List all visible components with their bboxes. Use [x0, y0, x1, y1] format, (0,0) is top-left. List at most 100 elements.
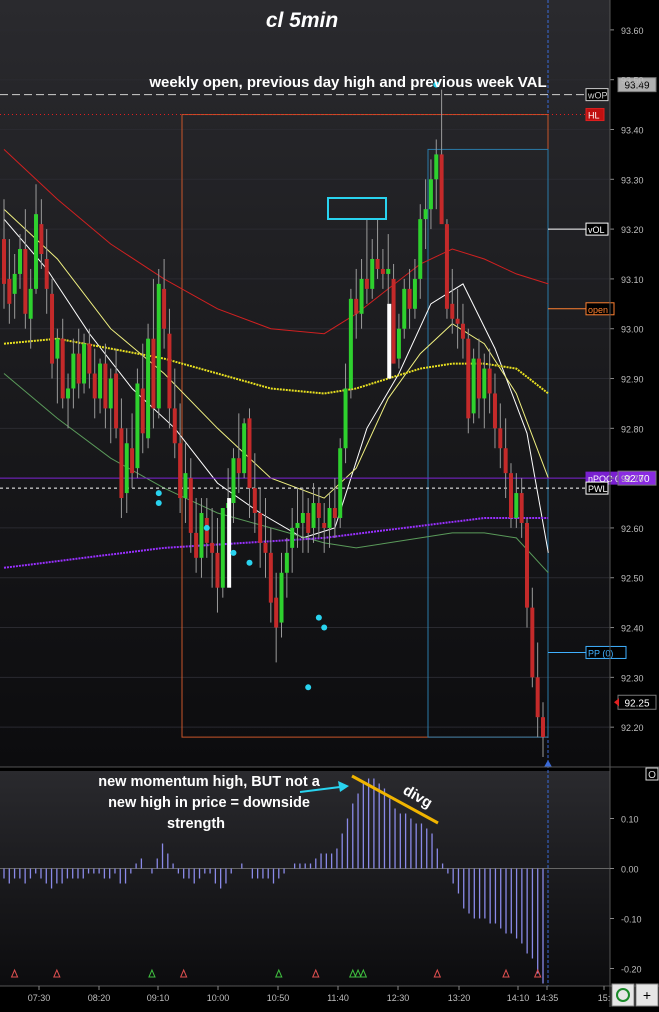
candle-body: [418, 219, 423, 279]
annotation-weekly-open: weekly open, previous day high and previ…: [148, 74, 546, 91]
candle-body: [370, 258, 375, 289]
annotation-line-3: strength: [167, 816, 225, 832]
candle-body: [348, 298, 353, 389]
candle-body: [66, 388, 71, 399]
candle-body: [55, 338, 60, 359]
chart-svg: wOPHLvOLopennPOC 09/07PWLPP (0)93.4992.7…: [0, 0, 659, 1007]
candle-body: [311, 503, 316, 528]
candle-body: [135, 383, 140, 469]
signal-dot: [321, 624, 328, 631]
candle-body: [242, 423, 247, 474]
time-tick-label: 10:00: [207, 993, 230, 1003]
candle-body: [124, 443, 129, 494]
indicator-tick-label: 0.10: [621, 815, 639, 825]
price-tick-label: 93.60: [621, 26, 644, 36]
candle-body: [194, 532, 199, 558]
price-tick-label: 93.00: [621, 325, 644, 335]
candle-body: [306, 512, 311, 533]
candle-body: [535, 677, 540, 718]
price-tick-label: 93.20: [621, 225, 644, 235]
candle-body: [386, 268, 391, 274]
candle-body: [322, 522, 327, 528]
candle-body: [23, 249, 28, 314]
candle-body: [130, 448, 135, 474]
time-tick-label: 07:30: [28, 993, 51, 1003]
signal-dot: [230, 549, 237, 556]
marker-candle: [387, 303, 392, 379]
annotation-line-1: new momentum high, BUT not a: [98, 774, 320, 790]
candle-body: [332, 508, 337, 518]
candle-body: [364, 278, 369, 289]
candle-body: [498, 428, 503, 449]
candle-body: [140, 388, 145, 434]
candle-body: [34, 214, 39, 289]
time-tick-label: 15:: [598, 993, 611, 1003]
candle-body: [428, 179, 433, 210]
candle-body: [146, 338, 151, 439]
candle-body: [412, 278, 417, 309]
price-tick-label: 93.10: [621, 275, 644, 285]
candle-body: [119, 428, 124, 499]
candle-body: [87, 343, 92, 374]
candle-body: [12, 273, 17, 294]
candle-body: [487, 368, 492, 394]
candle-body: [391, 278, 396, 364]
candle-body: [263, 542, 268, 553]
candle-body: [103, 363, 108, 409]
time-tick-label: 08:20: [88, 993, 111, 1003]
candle-body: [300, 512, 305, 523]
candle-body: [188, 478, 193, 533]
candle-body: [541, 717, 545, 738]
price-tick-label: 93.30: [621, 175, 644, 185]
candle-body: [108, 378, 113, 409]
candle-body: [76, 353, 81, 384]
price-tick-label: 93.40: [621, 125, 644, 135]
indicator-tick-label: 0.00: [621, 865, 639, 875]
candle-body: [172, 408, 177, 444]
candle-body: [444, 224, 449, 309]
time-tick-label: 13:20: [448, 993, 471, 1003]
candle-body: [466, 338, 471, 419]
time-tick-label: 09:10: [147, 993, 170, 1003]
candle-body: [354, 298, 359, 314]
candle-body: [28, 288, 33, 319]
candle-body: [476, 358, 481, 399]
candle-body: [450, 303, 455, 319]
candle-body: [359, 278, 364, 314]
refresh-button[interactable]: [611, 983, 635, 1007]
candle-body: [375, 258, 380, 269]
candle-body: [162, 288, 167, 329]
price-label-text: 92.25: [624, 698, 649, 709]
candle-body: [268, 552, 273, 603]
candle-body: [407, 288, 412, 309]
candle-body: [7, 278, 12, 304]
price-tick-label: 92.50: [621, 574, 644, 584]
candle-body: [39, 224, 44, 255]
candle-body: [92, 373, 97, 399]
candle-body: [252, 488, 257, 513]
candle-body: [258, 512, 263, 543]
price-tick-label: 92.80: [621, 424, 644, 434]
candle-body: [338, 448, 343, 518]
signal-dot: [203, 524, 210, 531]
price-tick-label: 92.60: [621, 524, 644, 534]
candle-body: [82, 343, 87, 384]
candle-body: [2, 239, 6, 284]
candle-body: [60, 338, 65, 399]
candle-body: [402, 288, 407, 329]
candle-body: [482, 368, 487, 399]
add-button-label: +: [643, 987, 651, 1003]
time-tick-label: 14:10: [507, 993, 530, 1003]
candle-body: [215, 552, 220, 588]
reference-label: vOL: [588, 225, 605, 235]
candle-body: [519, 493, 524, 523]
annotation-line-2: new high in price = downside: [108, 795, 310, 811]
signal-dot: [155, 500, 162, 507]
candle-body: [210, 542, 215, 553]
reference-label: PWL: [588, 484, 608, 494]
price-tick-label: 92.30: [621, 673, 644, 683]
candle-body: [316, 503, 321, 518]
price-tick-label: 92.70: [621, 474, 644, 484]
candle-body: [492, 393, 497, 429]
candle-body: [167, 333, 172, 409]
